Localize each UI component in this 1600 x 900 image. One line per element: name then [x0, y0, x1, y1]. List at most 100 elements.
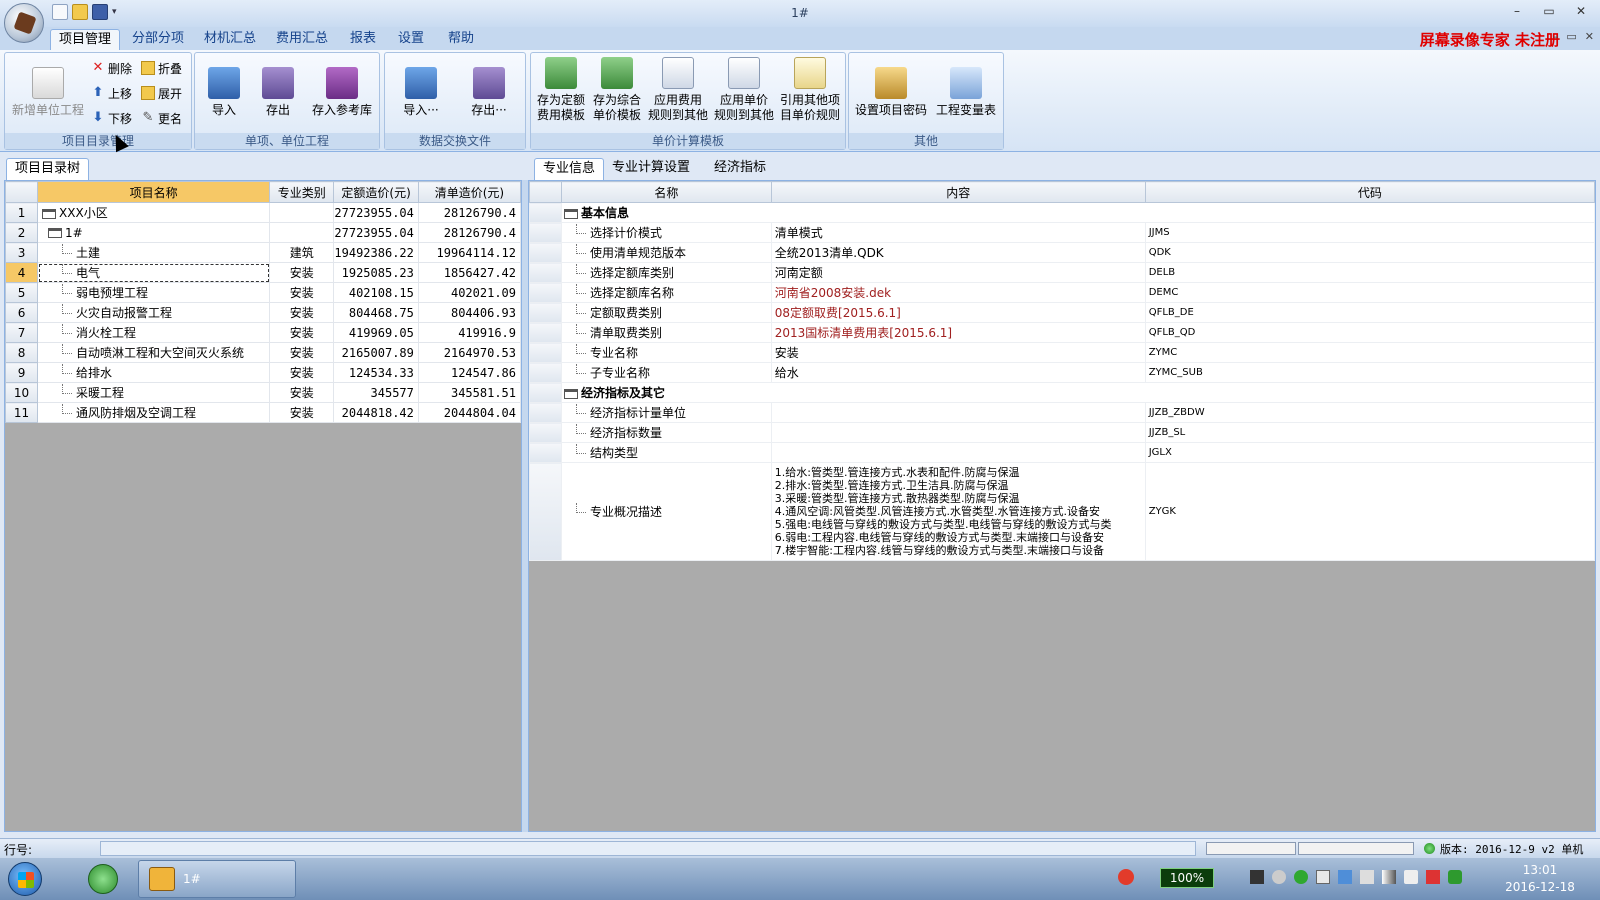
table-row[interactable]: 专业概况描述 1.给水:管类型.管连接方式.水表和配件.防腐与保温 2.排水:管… [529, 462, 1596, 561]
start-button[interactable] [8, 862, 42, 896]
table-row[interactable]: 选择定额库类别 河南定额 DELB [529, 262, 1596, 283]
field-content[interactable]: 安装 [770, 342, 1146, 363]
table-row[interactable]: 结构类型 JGLX [529, 442, 1596, 463]
col-discipline[interactable]: 专业类别 [269, 181, 335, 203]
import-button[interactable]: 导入 [199, 57, 249, 118]
close-button[interactable]: ✕ [1566, 2, 1596, 20]
signal-icon[interactable] [1382, 870, 1396, 884]
speaker-icon[interactable] [1404, 870, 1418, 884]
minimize-button[interactable]: – [1502, 2, 1532, 20]
mdi-restore-button[interactable]: ▭ [1566, 30, 1576, 43]
apply-fee-rules-button[interactable]: 应用费用 规则到其他 [645, 57, 711, 123]
table-row[interactable]: 7 消火栓工程 安装 419969.05 419916.9 [4, 322, 522, 343]
shield-icon[interactable] [1448, 870, 1462, 884]
col-quota-cost[interactable]: 定额造价(元) [333, 181, 419, 203]
section-row[interactable]: 基本信息 [529, 202, 1596, 223]
table-row[interactable]: 8 自动喷淋工程和大空间灭火系统 安装 2165007.89 2164970.5… [4, 342, 522, 363]
taskbar-app-button[interactable]: 1# [138, 860, 296, 898]
table-row[interactable]: 3 土建 建筑 19492386.22 19964114.12 [4, 242, 522, 263]
field-content[interactable] [770, 442, 1146, 463]
export-more-button[interactable]: 存出··· [457, 57, 521, 118]
field-content[interactable]: 2013国标清单费用表[2015.6.1] [770, 322, 1146, 343]
app-menu-button[interactable] [4, 3, 44, 43]
field-content[interactable] [770, 402, 1146, 423]
table-row[interactable]: 1 XXX小区 27723955.04 28126790.4 [4, 202, 522, 223]
table-row[interactable]: 定额取费类别 08定额取费[2015.6.1] QFLB_DE [529, 302, 1596, 323]
apply-price-rules-button[interactable]: 应用单价 规则到其他 [711, 57, 777, 123]
new-unit-project-button[interactable]: 新增单位工程 [9, 57, 87, 118]
field-content[interactable] [770, 422, 1146, 443]
tab-calc-settings[interactable]: 专业计算设置 [604, 158, 698, 180]
sogou-ime-icon[interactable] [1118, 869, 1134, 885]
expand-button[interactable]: 展开 [141, 83, 182, 103]
field-content[interactable]: 河南定额 [770, 262, 1146, 283]
table-row[interactable]: 10 采暖工程 安装 345577 345581.51 [4, 382, 522, 403]
folder-open-icon[interactable] [563, 388, 578, 399]
tab-settings[interactable]: 设置 [390, 29, 432, 50]
move-down-button[interactable]: ⬇ 下移 [91, 108, 132, 128]
delete-button[interactable]: ✕ 删除 [91, 58, 132, 78]
table-row[interactable]: 4 电气 安装 1925085.23 1856427.42 [4, 262, 522, 283]
discipline-description[interactable]: 1.给水:管类型.管连接方式.水表和配件.防腐与保温 2.排水:管类型.管连接方… [770, 462, 1146, 561]
table-row[interactable]: 5 弱电预埋工程 安装 402108.15 402021.09 [4, 282, 522, 303]
tab-economic-indicators[interactable]: 经济指标 [706, 158, 774, 180]
folder-open-icon[interactable] [48, 228, 63, 238]
row-header-corner[interactable] [529, 181, 562, 203]
tab-materials[interactable]: 材机汇总 [196, 29, 264, 50]
field-content[interactable]: 08定额取费[2015.6.1] [770, 302, 1146, 323]
col-project-name[interactable]: 项目名称 [37, 181, 271, 203]
tab-fee-summary[interactable]: 费用汇总 [268, 29, 336, 50]
save-quota-template-button[interactable]: 存为定额 费用模板 [533, 57, 589, 123]
save-unit-price-template-button[interactable]: 存为综合 单价模板 [589, 57, 645, 123]
save-to-reference-button[interactable]: 存入参考库 [307, 57, 377, 118]
mdi-close-button[interactable]: ✕ [1585, 30, 1594, 43]
table-row[interactable]: 经济指标数量 JJZB_SL [529, 422, 1596, 443]
table-row[interactable]: 经济指标计量单位 JJZB_ZBDW [529, 402, 1596, 423]
fold-button[interactable]: 折叠 [141, 58, 182, 78]
usb-icon[interactable] [1360, 870, 1374, 884]
add-icon[interactable] [1294, 870, 1308, 884]
browser-icon[interactable] [88, 864, 118, 894]
field-content[interactable]: 清单模式 [770, 222, 1146, 243]
table-row[interactable]: 使用清单规范版本 全统2013清单.QDK QDK [529, 242, 1596, 263]
clock[interactable]: 13:01 2016-12-18 [1500, 862, 1580, 896]
reference-other-rules-button[interactable]: 引用其他项 目单价规则 [777, 57, 843, 123]
tab-sections[interactable]: 分部分项 [124, 29, 192, 50]
tab-project-tree[interactable]: 项目目录树 [6, 158, 90, 180]
section-row[interactable]: 经济指标及其它 [529, 382, 1596, 403]
table-row[interactable]: 6 火灾自动报警工程 安装 804468.75 804406.93 [4, 302, 522, 323]
table-row[interactable]: 11 通风防排烟及空调工程 安装 2044818.42 2044804.04 [4, 402, 522, 423]
keyboard-icon[interactable] [1316, 870, 1330, 884]
mdi-minimize-button[interactable]: – [1553, 30, 1559, 43]
project-variables-button[interactable]: 工程变量表 [931, 57, 1001, 118]
table-row[interactable]: 选择定额库名称 河南省2008安装.dek DEMC [529, 282, 1596, 303]
folder-open-icon[interactable] [42, 208, 57, 219]
set-project-password-button[interactable]: 设置项目密码 [853, 57, 929, 118]
battery-indicator[interactable]: 100% [1160, 868, 1214, 888]
import-more-button[interactable]: 导入··· [389, 57, 453, 118]
field-content[interactable]: 河南省2008安装.dek [770, 282, 1146, 303]
table-row[interactable]: 2 1# 27723955.04 28126790.4 [4, 222, 522, 243]
col-content[interactable]: 内容 [770, 181, 1146, 203]
col-list-cost[interactable]: 清单造价(元) [417, 181, 522, 203]
row-header-corner[interactable] [4, 181, 39, 203]
field-content[interactable]: 全统2013清单.QDK [770, 242, 1146, 263]
rename-button[interactable]: ✎ 更名 [141, 108, 182, 128]
network-adapter-icon[interactable] [1250, 870, 1264, 884]
table-row[interactable]: 选择计价模式 清单模式 JJMS [529, 222, 1596, 243]
table-row[interactable]: 专业名称 安装 ZYMC [529, 342, 1596, 363]
table-row[interactable]: 9 给排水 安装 124534.33 124547.86 [4, 362, 522, 383]
tab-project-management[interactable]: 项目管理 [50, 29, 121, 50]
table-row[interactable]: 清单取费类别 2013国标清单费用表[2015.6.1] QFLB_QD [529, 322, 1596, 343]
tab-discipline-info[interactable]: 专业信息 [534, 158, 605, 180]
flag-alert-icon[interactable] [1426, 870, 1440, 884]
maximize-button[interactable]: ▭ [1534, 2, 1564, 20]
display-icon[interactable] [1338, 870, 1352, 884]
thermometer-icon[interactable] [1272, 870, 1286, 884]
col-name[interactable]: 名称 [560, 181, 772, 203]
tab-help[interactable]: 帮助 [440, 29, 482, 50]
table-row[interactable]: 子专业名称 给水 ZYMC_SUB [529, 362, 1596, 383]
export-button[interactable]: 存出 [253, 57, 303, 118]
field-content[interactable]: 给水 [770, 362, 1146, 383]
col-code[interactable]: 代码 [1144, 181, 1596, 203]
